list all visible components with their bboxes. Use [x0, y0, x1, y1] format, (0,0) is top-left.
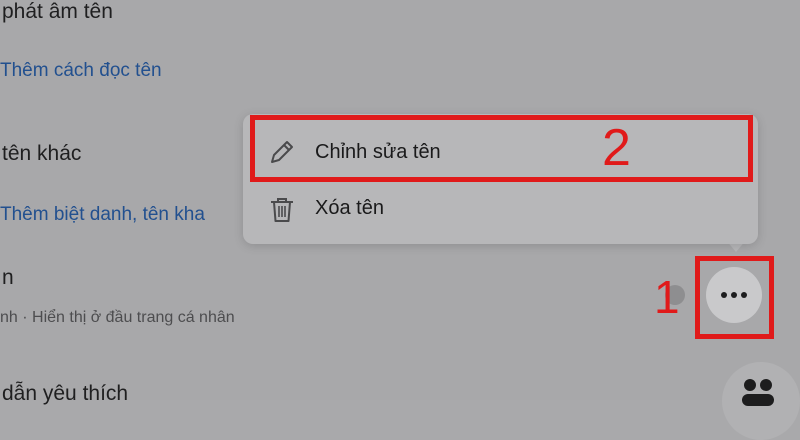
add-nickname-link[interactable]: Thêm biệt danh, tên kha: [0, 204, 205, 226]
name-entry-subtitle: nh · Hiển thị ở đầu trang cá nhân: [0, 309, 235, 326]
highlight-edit-name: [250, 115, 753, 182]
pronunciation-heading: phát âm tên: [2, 0, 113, 23]
other-names-heading: tên khác: [2, 142, 82, 165]
step-2-label: 2: [602, 119, 631, 177]
name-entry-heading: n: [2, 266, 14, 289]
menu-item-delete-label: Xóa tên: [315, 197, 384, 219]
step-1-label: 1: [654, 271, 680, 323]
menu-item-delete-name[interactable]: Xóa tên: [243, 182, 758, 234]
people-button[interactable]: [722, 362, 800, 440]
people-icon: [742, 379, 774, 406]
trash-icon: [267, 194, 297, 224]
add-pronunciation-link[interactable]: Thêm cách đọc tên: [0, 60, 162, 82]
highlight-more-button: [695, 256, 774, 339]
favorite-quotes-heading: dẫn yêu thích: [2, 382, 129, 405]
